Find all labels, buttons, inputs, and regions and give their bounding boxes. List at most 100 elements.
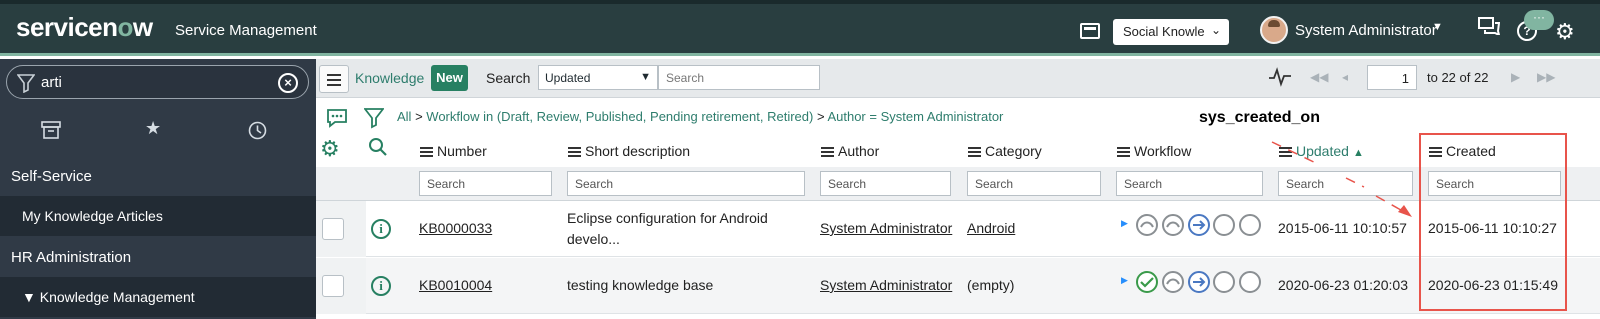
archive-icon[interactable] bbox=[41, 121, 61, 139]
sort-ascending-icon: ▲ bbox=[1352, 147, 1364, 159]
servicenow-logo[interactable]: servicenow bbox=[16, 12, 153, 43]
column-header-author[interactable]: Author bbox=[821, 139, 879, 163]
search-icon[interactable] bbox=[368, 137, 388, 157]
window-icon[interactable] bbox=[1080, 23, 1100, 39]
column-header-updated[interactable]: Updated ▲ bbox=[1279, 139, 1364, 163]
workflow-published-arrow-icon bbox=[1188, 271, 1210, 293]
activity-pulse-icon[interactable] bbox=[1268, 67, 1292, 87]
column-search-row: Search Search Search Search Search Searc… bbox=[316, 167, 1600, 201]
workflow-step-icon bbox=[1213, 271, 1235, 293]
chat-icon[interactable] bbox=[1478, 17, 1500, 35]
nav-item-my-knowledge-articles[interactable]: My Knowledge Articles bbox=[0, 196, 316, 236]
column-header-short-description[interactable]: Short description bbox=[568, 139, 690, 163]
workflow-step-icon bbox=[1213, 214, 1235, 236]
clock-icon[interactable] bbox=[248, 121, 267, 140]
column-menu-icon[interactable] bbox=[968, 145, 981, 159]
info-icon[interactable]: i bbox=[371, 276, 391, 296]
search-field-value: Updated bbox=[545, 71, 591, 85]
new-button[interactable]: New bbox=[431, 65, 468, 91]
clear-filter-icon[interactable]: × bbox=[278, 73, 298, 93]
logo-text-o: o bbox=[117, 12, 134, 42]
avatar[interactable] bbox=[1260, 16, 1288, 44]
gear-icon[interactable]: ⚙ bbox=[1555, 19, 1575, 45]
next-page-icon[interactable]: ▶ bbox=[1511, 70, 1520, 84]
page-number-input[interactable]: 1 bbox=[1367, 65, 1417, 90]
cell-author[interactable]: System Administrator bbox=[820, 277, 952, 293]
search-workflow-input[interactable]: Search bbox=[1116, 171, 1263, 196]
user-menu-caret-icon[interactable]: ▼ bbox=[1432, 21, 1443, 33]
cell-number[interactable]: KB0000033 bbox=[419, 220, 492, 236]
column-header-category[interactable]: Category bbox=[968, 139, 1042, 163]
search-number-input[interactable]: Search bbox=[419, 171, 552, 196]
row-select-cell bbox=[316, 201, 366, 257]
search-category-input[interactable]: Search bbox=[967, 171, 1101, 196]
list-header: Knowledge New Search Updated ▼ Search ◀◀… bbox=[316, 59, 1600, 98]
gear-icon[interactable]: ⚙ bbox=[320, 136, 340, 162]
search-updated-input[interactable]: Search bbox=[1278, 171, 1413, 196]
list-view: Knowledge New Search Updated ▼ Search ◀◀… bbox=[316, 59, 1600, 319]
row-checkbox[interactable] bbox=[322, 275, 344, 297]
dropdown-arrow-icon: ▼ bbox=[640, 71, 651, 83]
chat-bubble-icon[interactable] bbox=[326, 108, 348, 128]
workflow-complete-check-icon bbox=[1136, 271, 1158, 293]
page-total: to 22 of 22 bbox=[1427, 70, 1489, 85]
row-checkbox[interactable] bbox=[322, 218, 344, 240]
list-search-input[interactable]: Search bbox=[658, 65, 820, 90]
previous-page-icon[interactable]: ◂ bbox=[1342, 70, 1348, 84]
first-page-icon[interactable]: ◀◀ bbox=[1310, 70, 1328, 84]
column-label: Category bbox=[985, 143, 1042, 159]
cell-updated: 2020-06-23 01:20:03 bbox=[1278, 277, 1408, 293]
cell-short-description-cont: develo... bbox=[567, 231, 620, 247]
breadcrumb: All > Workflow in (Draft, Review, Publis… bbox=[397, 109, 1003, 124]
column-menu-icon[interactable] bbox=[821, 145, 834, 159]
column-menu-icon[interactable] bbox=[568, 145, 581, 159]
column-header-workflow[interactable]: Workflow bbox=[1117, 139, 1191, 163]
nav-item-knowledge-management[interactable]: ▼ Knowledge Management bbox=[0, 277, 316, 317]
breadcrumb-separator: > bbox=[816, 109, 825, 124]
breadcrumb-author[interactable]: Author = System Administrator bbox=[827, 109, 1003, 124]
top-bar: servicenow Service Management Social Kno… bbox=[0, 0, 1600, 56]
nav-section-self-service[interactable]: Self-Service bbox=[0, 156, 316, 196]
search-short-description-input[interactable]: Search bbox=[567, 171, 805, 196]
column-menu-icon[interactable] bbox=[1117, 145, 1130, 159]
annotation-label: sys_created_on bbox=[1199, 109, 1320, 126]
info-icon[interactable]: i bbox=[371, 219, 391, 239]
column-menu-icon[interactable] bbox=[1279, 145, 1292, 159]
column-label: Number bbox=[437, 143, 487, 159]
breadcrumb-separator: > bbox=[415, 109, 423, 124]
star-icon[interactable]: ★ bbox=[145, 118, 161, 139]
cell-author[interactable]: System Administrator bbox=[820, 220, 952, 236]
user-menu-name[interactable]: System Administrator bbox=[1295, 22, 1437, 39]
logo-text-end: w bbox=[132, 12, 153, 42]
breadcrumb-workflow[interactable]: Workflow in (Draft, Review, Published, P… bbox=[426, 109, 813, 124]
list-title[interactable]: Knowledge bbox=[355, 70, 424, 86]
navigator-tabs: ★ bbox=[0, 107, 316, 159]
search-author-input[interactable]: Search bbox=[820, 171, 951, 196]
workflow-review-icon bbox=[1162, 214, 1184, 236]
cell-number[interactable]: KB0010004 bbox=[419, 277, 492, 293]
workflow-published-arrow-icon bbox=[1188, 214, 1210, 236]
application-scope-select[interactable]: Social Knowle ⌄ bbox=[1113, 19, 1229, 45]
workflow-step-icon bbox=[1239, 214, 1261, 236]
navigator-filter[interactable]: × bbox=[6, 65, 309, 99]
breadcrumb-all[interactable]: All bbox=[397, 109, 411, 124]
search-field-select[interactable]: Updated ▼ bbox=[538, 65, 658, 90]
scope-select-value: Social Knowle bbox=[1123, 24, 1205, 39]
nav-item-label: Knowledge Management bbox=[39, 289, 195, 305]
cell-category[interactable]: Android bbox=[967, 220, 1015, 236]
table-row[interactable]: i KB0010004 testing knowledge base Syste… bbox=[316, 258, 1600, 314]
cell-category: (empty) bbox=[967, 277, 1015, 293]
column-menu-icon[interactable] bbox=[420, 145, 433, 159]
column-header-number[interactable]: Number bbox=[420, 139, 487, 163]
cell-updated: 2015-06-11 10:10:57 bbox=[1278, 220, 1407, 236]
funnel-icon[interactable] bbox=[364, 107, 384, 129]
funnel-icon bbox=[17, 74, 35, 93]
list-menu-button[interactable] bbox=[319, 65, 349, 93]
nav-section-hr-administration[interactable]: HR Administration bbox=[0, 237, 316, 277]
chevron-down-icon: ⌄ bbox=[1210, 23, 1221, 37]
last-page-icon[interactable]: ▶▶ bbox=[1537, 70, 1555, 84]
cell-short-description: testing knowledge base bbox=[567, 277, 714, 293]
table-row[interactable]: i KB0000033 Eclipse configuration for An… bbox=[316, 201, 1600, 257]
notification-bubble[interactable]: ··· bbox=[1524, 10, 1554, 30]
navigator-filter-input[interactable] bbox=[41, 74, 241, 91]
